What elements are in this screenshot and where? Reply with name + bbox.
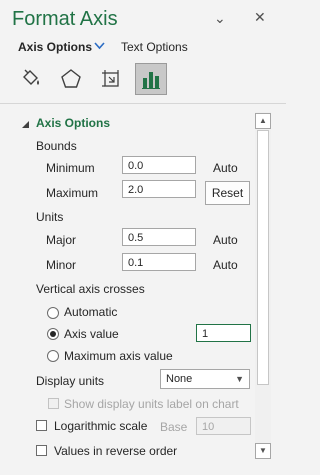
effects-icon[interactable] — [56, 64, 86, 94]
pane-title: Format Axis — [12, 8, 118, 30]
size-properties-icon[interactable] — [96, 64, 126, 94]
show-units-label-text: Show display units label on chart — [64, 397, 239, 411]
axis-value-radio[interactable] — [47, 328, 59, 340]
minimum-auto-label: Auto — [213, 161, 238, 175]
divider — [0, 103, 286, 104]
fill-line-icon[interactable] — [16, 64, 46, 94]
chevron-down-icon[interactable] — [94, 40, 105, 54]
major-auto-label: Auto — [213, 233, 238, 247]
maximum-label: Maximum — [46, 186, 99, 200]
minimum-input[interactable]: 0.0 — [122, 156, 196, 174]
close-icon[interactable]: ✕ — [254, 9, 266, 26]
minor-input[interactable]: 0.1 — [122, 253, 196, 271]
show-units-label-checkbox[interactable] — [48, 398, 59, 409]
section-title[interactable]: Axis Options — [36, 116, 110, 130]
automatic-label[interactable]: Automatic — [64, 305, 117, 319]
tab-text-options[interactable]: Text Options — [121, 40, 188, 54]
category-icons — [0, 62, 286, 98]
display-units-dropdown[interactable]: None ▼ — [160, 369, 250, 389]
bounds-label: Bounds — [36, 139, 77, 153]
major-input[interactable]: 0.5 — [122, 228, 196, 246]
scroll-down-icon[interactable]: ▼ — [255, 443, 271, 459]
max-axis-value-label[interactable]: Maximum axis value — [64, 349, 173, 363]
max-axis-value-radio[interactable] — [47, 350, 59, 362]
display-units-value: None — [166, 373, 193, 385]
reverse-order-checkbox[interactable] — [36, 445, 47, 456]
minimum-label: Minimum — [46, 161, 95, 175]
scroll-up-icon[interactable]: ▲ — [255, 113, 271, 129]
dropdown-arrow-icon: ▼ — [235, 374, 244, 384]
minor-label: Minor — [46, 258, 77, 272]
tab-axis-options[interactable]: Axis Options — [18, 40, 92, 54]
log-scale-checkbox[interactable] — [36, 420, 47, 431]
log-scale-label[interactable]: Logarithmic scale — [54, 419, 147, 433]
axis-value-label[interactable]: Axis value — [64, 327, 119, 341]
task-pane-options-icon[interactable]: ⌄ — [214, 10, 226, 27]
automatic-radio[interactable] — [47, 307, 59, 319]
display-units-label: Display units — [36, 374, 105, 388]
minor-auto-label: Auto — [213, 258, 238, 272]
units-label: Units — [36, 210, 64, 224]
collapse-triangle-icon[interactable] — [22, 118, 30, 132]
scroll-thumb[interactable] — [257, 130, 269, 385]
axis-value-input[interactable]: 1 — [196, 324, 251, 342]
base-label: Base — [160, 420, 188, 434]
axis-options-icon[interactable] — [135, 63, 167, 95]
reverse-order-label[interactable]: Values in reverse order — [54, 444, 177, 458]
maximum-input[interactable]: 2.0 — [122, 180, 196, 198]
axis-crosses-label: Vertical axis crosses — [36, 282, 145, 296]
major-label: Major — [46, 233, 77, 247]
base-input[interactable]: 10 — [196, 417, 251, 435]
reset-button[interactable]: Reset — [205, 181, 250, 205]
